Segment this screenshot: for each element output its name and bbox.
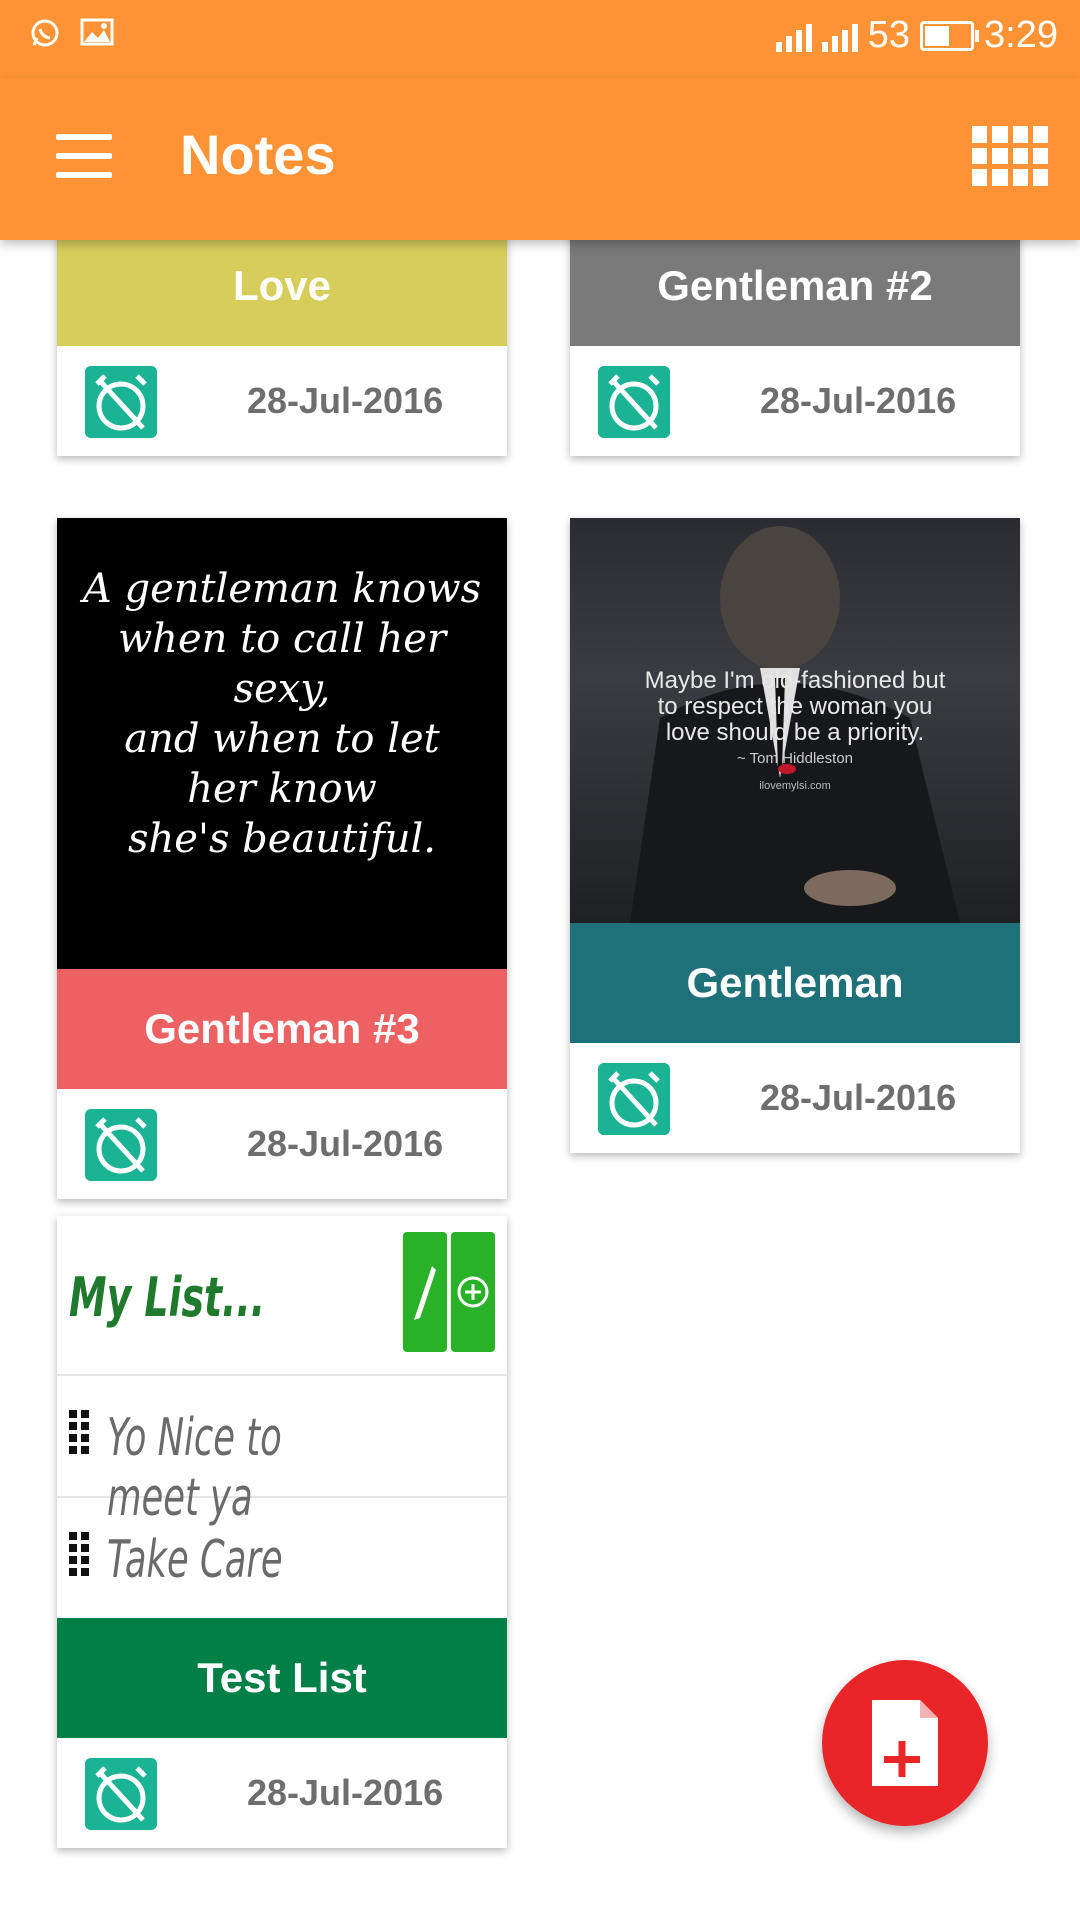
card-date: 28-Jul-2016	[247, 1772, 444, 1813]
image-text-line: love should be a priority.	[665, 719, 925, 746]
image-text-line: Maybe I'm old-fashioned but	[644, 667, 946, 694]
image-text-line: and when to let	[124, 716, 440, 762]
list-item[interactable]: Yo Nice to meet ya	[57, 1376, 507, 1528]
battery-icon	[920, 20, 980, 51]
signal-2-icon	[821, 20, 858, 52]
whatsapp-icon	[31, 19, 59, 47]
status-bar: 53 3:29	[0, 0, 1080, 78]
card-footer: 28-Jul-2016	[57, 1089, 507, 1199]
lips-icon	[778, 764, 796, 774]
card-title-text: Gentleman #3	[144, 1005, 420, 1052]
alarm-off-icon[interactable]	[85, 366, 157, 438]
list-name: My List...	[69, 1266, 266, 1329]
edit-list-button[interactable]	[403, 1232, 447, 1352]
list-item-text: Take Care	[107, 1530, 283, 1590]
page-title: Notes	[180, 123, 336, 186]
app-bar: Notes	[0, 78, 1080, 240]
drag-handle-icon[interactable]	[69, 1410, 89, 1454]
image-text-line: when to call her	[117, 616, 447, 662]
alarm-off-icon[interactable]	[598, 1063, 670, 1135]
signal-1-icon	[775, 20, 812, 52]
add-note-button[interactable]	[822, 1660, 988, 1826]
image-text-line: to respect the woman you	[657, 693, 933, 720]
clock: 3:29	[984, 14, 1058, 56]
image-text-line: she's beautiful.	[127, 816, 437, 862]
hamburger-menu-icon[interactable]	[56, 134, 112, 178]
card-date: 28-Jul-2016	[760, 380, 957, 421]
alarm-off-icon[interactable]	[598, 366, 670, 438]
card-footer: 28-Jul-2016	[570, 346, 1020, 456]
card-title-text: Gentleman #2	[657, 262, 933, 309]
card-footer: 28-Jul-2016	[570, 1043, 1020, 1153]
list-header: My List...	[57, 1216, 507, 1376]
alarm-off-icon[interactable]	[85, 1109, 157, 1181]
drag-handle-icon[interactable]	[69, 1532, 89, 1576]
card-date: 28-Jul-2016	[247, 1123, 444, 1164]
signal-value: 53	[867, 14, 911, 56]
card-title: Test List	[57, 1618, 507, 1738]
list-item[interactable]: Take Care	[57, 1498, 507, 1618]
note-card-test-list[interactable]: My List... Yo Nice to meet ya Take Care …	[57, 1216, 507, 1848]
pencil-icon	[414, 1266, 436, 1320]
note-image: Maybe I'm old-fashioned but to respect t…	[570, 518, 1020, 923]
add-note-icon	[872, 1700, 938, 1786]
note-card-gentleman-3[interactable]: A gentleman knows when to call her sexy,…	[57, 518, 507, 1199]
plus-circle-icon	[457, 1276, 489, 1308]
image-text-line: A gentleman knows	[82, 566, 482, 612]
image-site: ilovemylsi.com	[759, 780, 831, 792]
card-date: 28-Jul-2016	[760, 1077, 957, 1118]
image-text-line: sexy,	[233, 666, 331, 712]
card-date: 28-Jul-2016	[247, 380, 444, 421]
card-title-text: Love	[232, 262, 332, 309]
card-title: Gentleman	[570, 923, 1020, 1043]
note-card-gentleman[interactable]: Maybe I'm old-fashioned but to respect t…	[570, 518, 1020, 1153]
card-footer: 28-Jul-2016	[57, 1738, 507, 1848]
card-title-text: Gentleman	[686, 959, 904, 1006]
image-author: ~ Tom Hiddleston	[736, 750, 854, 767]
card-title-text: Test List	[197, 1654, 367, 1701]
card-title: Gentleman #3	[57, 969, 507, 1089]
card-footer: 28-Jul-2016	[57, 346, 507, 456]
grid-view-icon[interactable]	[972, 126, 1048, 186]
note-image: A gentleman knows when to call her sexy,…	[57, 518, 507, 969]
alarm-off-icon[interactable]	[85, 1758, 157, 1830]
add-list-item-button[interactable]	[451, 1232, 495, 1352]
gallery-icon	[80, 18, 114, 46]
image-text-line: her know	[187, 766, 377, 812]
